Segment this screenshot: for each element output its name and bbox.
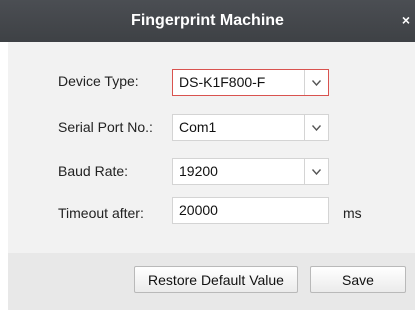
device-type-value: DS-K1F800-F [179,74,266,90]
timeout-label: Timeout after: [58,205,144,221]
serial-port-label: Serial Port No.: [58,119,153,135]
restore-default-label: Restore Default Value [148,271,284,288]
timeout-unit: ms [343,205,362,221]
window-edge [0,42,8,310]
window-title: Fingerprint Machine [131,12,284,29]
serial-port-select[interactable]: Com1 [172,114,329,141]
baud-rate-select[interactable]: 19200 [172,158,329,185]
timeout-value: 20000 [179,202,218,218]
baud-rate-value: 19200 [179,163,218,179]
restore-default-button[interactable]: Restore Default Value [134,266,298,293]
device-type-label: Device Type: [58,73,139,89]
close-icon[interactable]: × [401,13,411,27]
save-button[interactable]: Save [310,266,406,293]
device-type-select[interactable]: DS-K1F800-F [172,69,329,96]
title-bar: Fingerprint Machine × [0,0,415,42]
serial-port-value: Com1 [179,119,217,135]
timeout-input[interactable]: 20000 [172,197,329,224]
chevron-down-icon[interactable] [304,115,328,140]
save-label: Save [342,271,374,288]
chevron-down-icon[interactable] [304,159,328,184]
baud-rate-label: Baud Rate: [58,163,129,179]
chevron-down-icon[interactable] [304,70,328,95]
